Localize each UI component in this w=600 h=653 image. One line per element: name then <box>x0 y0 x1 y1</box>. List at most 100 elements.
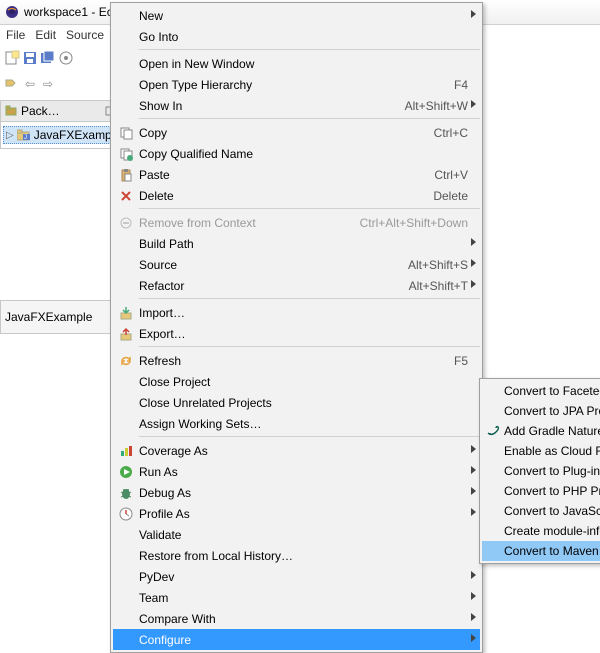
back-icon[interactable]: ⇦ <box>22 76 38 92</box>
menu-separator <box>139 208 480 210</box>
menu-item-source[interactable]: Source Alt+Shift+S <box>113 254 480 275</box>
menu-item-coverage-as[interactable]: Coverage As <box>113 440 480 461</box>
blank-icon <box>482 461 504 482</box>
menu-item-label: Compare With <box>139 612 468 626</box>
blank-icon <box>482 521 504 542</box>
menu-item-convert-to-php-project[interactable]: Convert to PHP Project… <box>482 481 600 501</box>
menu-item-shortcut: Alt+Shift+T <box>409 279 468 293</box>
menu-item-label: Enable as Cloud Foundry App <box>504 444 600 458</box>
fwd-icon[interactable]: ⇨ <box>40 76 56 92</box>
menu-item-label: Build Path <box>139 237 468 251</box>
menu-item-refactor[interactable]: Refactor Alt+Shift+T <box>113 275 480 296</box>
blank-icon <box>113 587 139 608</box>
nav-tool-icon[interactable] <box>4 76 20 92</box>
menu-item-label: Go Into <box>139 30 468 44</box>
menu-edit[interactable]: Edit <box>35 28 56 42</box>
selection-status-label: JavaFXExample <box>5 310 92 324</box>
blank-icon <box>482 381 504 402</box>
submenu-arrow-icon <box>471 238 476 246</box>
menu-item-build-path[interactable]: Build Path <box>113 233 480 254</box>
menu-item-configure[interactable]: Configure <box>113 629 480 650</box>
menu-item-copy[interactable]: CopyCtrl+C <box>113 122 480 143</box>
menu-item-compare-with[interactable]: Compare With <box>113 608 480 629</box>
menu-item-open-type-hierarchy[interactable]: Open Type Hierarchy F4 <box>113 74 480 95</box>
blank-icon <box>113 413 139 434</box>
menu-file[interactable]: File <box>6 28 25 42</box>
configure-submenu[interactable]: Convert to Faceted Form…Convert to JPA P… <box>479 378 600 564</box>
blank-icon <box>113 371 139 392</box>
menu-item-team[interactable]: Team <box>113 587 480 608</box>
submenu-arrow-icon <box>471 259 476 267</box>
menu-item-label: Convert to Maven Project <box>504 544 600 558</box>
menu-item-restore-from-local-history[interactable]: Restore from Local History… <box>113 545 480 566</box>
submenu-arrow-icon <box>471 10 476 18</box>
save-icon[interactable] <box>22 50 38 66</box>
debug-icon <box>113 482 139 503</box>
menu-item-label: Show In <box>139 99 393 113</box>
submenu-arrow-icon <box>471 571 476 579</box>
tree-item-javafxexample[interactable]: ▷ J JavaFXExample <box>3 126 117 144</box>
blank-icon <box>113 74 139 95</box>
menu-item-shortcut: F4 <box>454 78 468 92</box>
menu-item-copy-qualified-name[interactable]: Copy Qualified Name <box>113 143 480 164</box>
blank-icon <box>113 53 139 74</box>
menu-item-show-in[interactable]: Show InAlt+Shift+W <box>113 95 480 116</box>
menu-item-run-as[interactable]: Run As <box>113 461 480 482</box>
menu-item-convert-to-jpa-project[interactable]: Convert to JPA Project… <box>482 401 600 421</box>
menu-item-open-in-new-window[interactable]: Open in New Window <box>113 53 480 74</box>
menu-item-label: Assign Working Sets… <box>139 417 468 431</box>
blank-icon <box>482 501 504 522</box>
blank-icon <box>482 481 504 502</box>
menu-item-label: Convert to PHP Project… <box>504 484 600 498</box>
menu-item-remove-from-context: Remove from ContextCtrl+Alt+Shift+Down <box>113 212 480 233</box>
menu-item-debug-as[interactable]: Debug As <box>113 482 480 503</box>
menu-item-label: Export… <box>139 327 468 341</box>
menu-source[interactable]: Source <box>66 28 104 42</box>
menu-item-close-unrelated-projects[interactable]: Close Unrelated Projects <box>113 392 480 413</box>
package-explorer-body[interactable]: ▷ J JavaFXExample <box>1 122 119 148</box>
package-explorer-tab[interactable]: Pack… <box>1 101 119 122</box>
blank-icon <box>113 254 139 275</box>
submenu-arrow-icon <box>471 508 476 516</box>
menu-item-label: Import… <box>139 306 468 320</box>
delete-icon <box>113 185 139 206</box>
menu-separator <box>139 49 480 51</box>
copy-q-icon <box>113 143 139 164</box>
menu-item-export[interactable]: Export… <box>113 323 480 344</box>
menu-item-close-project[interactable]: Close Project <box>113 371 480 392</box>
menu-item-convert-to-plug-in-projects[interactable]: Convert to Plug-in Projects… <box>482 461 600 481</box>
menu-item-assign-working-sets[interactable]: Assign Working Sets… <box>113 413 480 434</box>
menu-item-paste[interactable]: PasteCtrl+V <box>113 164 480 185</box>
menu-item-label: Refactor <box>139 279 397 293</box>
menu-item-shortcut: Alt+Shift+S <box>408 258 468 272</box>
submenu-arrow-icon <box>471 445 476 453</box>
menu-item-validate[interactable]: Validate <box>113 524 480 545</box>
menu-item-add-gradle-nature[interactable]: Add Gradle Nature <box>482 421 600 441</box>
menu-separator <box>139 118 480 120</box>
blank-icon <box>482 541 504 562</box>
perspective-icon[interactable] <box>58 50 74 66</box>
menu-item-create-module-info-java[interactable]: Create module-info.java <box>482 521 600 541</box>
menu-item-pydev[interactable]: PyDev <box>113 566 480 587</box>
menu-item-label: Remove from Context <box>139 216 348 230</box>
menu-item-convert-to-faceted-form[interactable]: Convert to Faceted Form… <box>482 381 600 401</box>
menu-item-convert-to-maven-project[interactable]: Convert to Maven Project <box>482 541 600 561</box>
menu-item-label: Convert to JavaScript Project… <box>504 504 600 518</box>
save-all-icon[interactable] <box>40 50 56 66</box>
menu-item-label: New <box>139 9 468 23</box>
menu-item-label: Source <box>139 258 396 272</box>
menu-item-convert-to-javascript-project[interactable]: Convert to JavaScript Project… <box>482 501 600 521</box>
menu-item-delete[interactable]: DeleteDelete <box>113 185 480 206</box>
menu-item-go-into[interactable]: Go Into <box>113 26 480 47</box>
menu-item-import[interactable]: Import… <box>113 302 480 323</box>
menu-item-new[interactable]: New <box>113 5 480 26</box>
package-explorer[interactable]: Pack… ▷ J JavaFXExample <box>0 100 120 149</box>
new-icon[interactable] <box>4 50 20 66</box>
menu-item-refresh[interactable]: RefreshF5 <box>113 350 480 371</box>
menu-item-enable-as-cloud-foundry-app[interactable]: Enable as Cloud Foundry App <box>482 441 600 461</box>
context-menu[interactable]: NewGo IntoOpen in New WindowOpen Type Hi… <box>110 2 483 653</box>
menu-item-label: Refresh <box>139 354 442 368</box>
menu-item-label: Open Type Hierarchy <box>139 78 442 92</box>
expand-icon[interactable]: ▷ <box>6 130 14 141</box>
menu-item-profile-as[interactable]: Profile As <box>113 503 480 524</box>
